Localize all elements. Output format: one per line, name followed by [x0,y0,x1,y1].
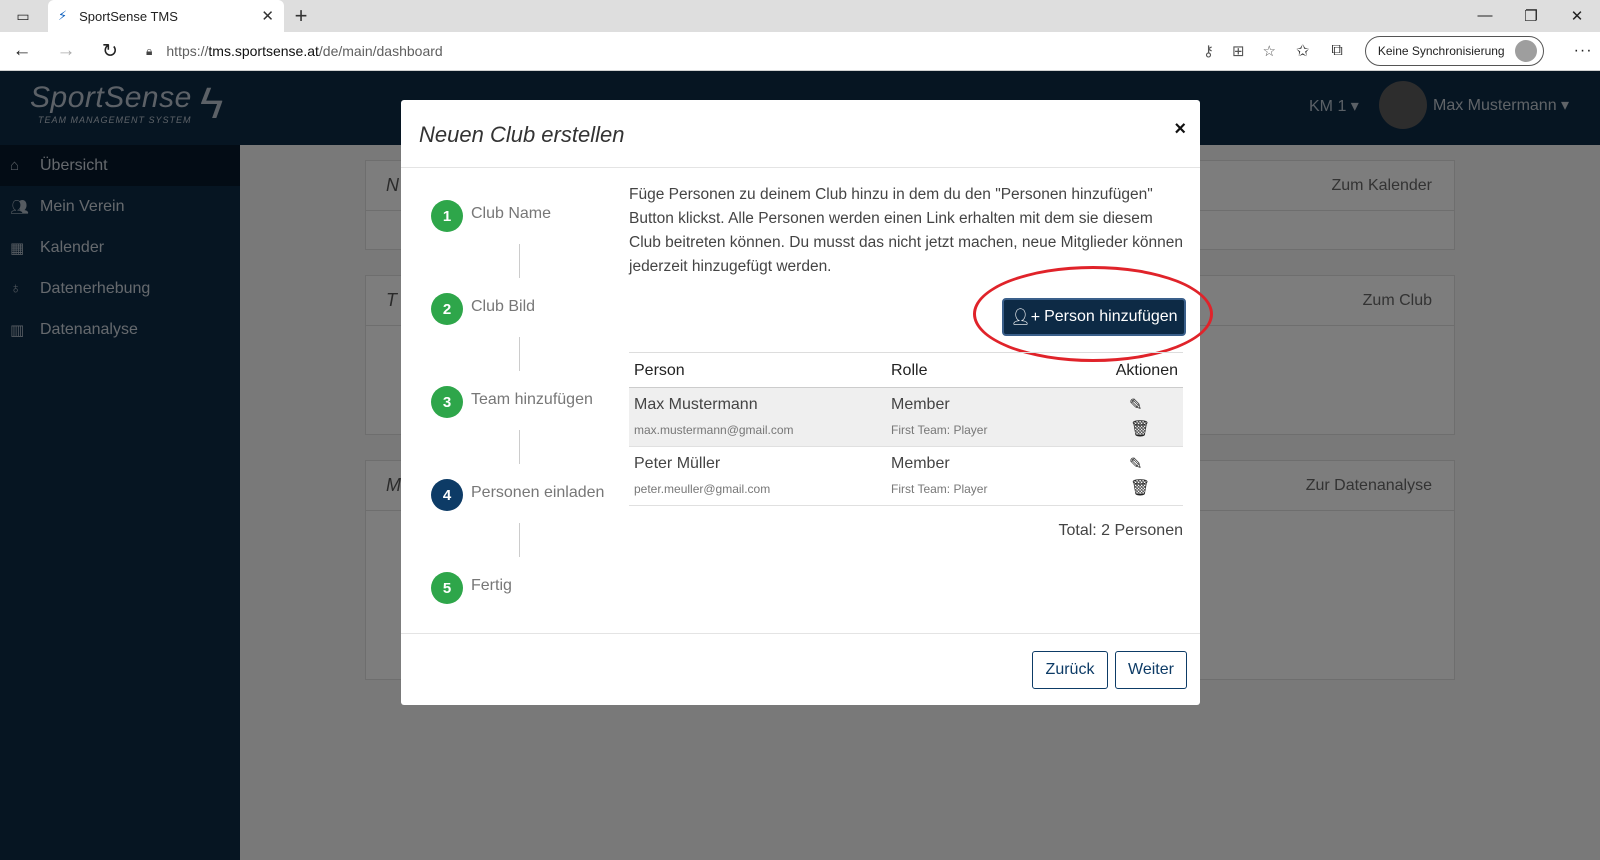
edit-icon[interactable]: ✎ [1129,395,1142,415]
add-person-label: Person hinzufügen [1044,308,1178,325]
add-person-button[interactable]: 👤︎+ Person hinzufügen [1002,298,1186,336]
step-label: Team hinzufügen [471,391,593,408]
edit-icon[interactable]: ✎ [1129,454,1142,474]
url-host: tms.sportsense.at [208,43,319,59]
total-count: Total: 2 Personen [1058,522,1183,539]
step-number: 2 [431,293,463,325]
person-role: Member [891,396,950,413]
person-email: peter.meuller@gmail.com [634,482,771,496]
profile-avatar [1514,40,1537,62]
more-menu-icon[interactable]: ··· [1574,42,1593,60]
step-number: 4 [431,479,463,511]
user-plus-icon: 👤︎+ [1010,309,1041,326]
tab-actions-icon[interactable]: ▭ [0,0,46,32]
close-icon[interactable]: × [1174,118,1186,141]
person-team: First Team: Player [891,482,988,496]
back-icon[interactable]: ← [0,40,44,62]
table-row: Max Mustermann max.mustermann@gmail.com … [629,388,1183,447]
persons-table: Person Rolle Aktionen Max Mustermann max… [629,352,1183,539]
column-header-person: Person [634,362,685,379]
create-club-modal: Neuen Club erstellen × 1 Club Name 2 Clu… [401,100,1213,705]
tab-close-icon[interactable]: ✕ [261,7,274,25]
sync-button[interactable]: Keine Synchronisierung [1364,36,1544,66]
apps-icon[interactable]: ⊞ [1232,42,1245,60]
minimize-icon[interactable]: — [1462,7,1508,25]
next-button[interactable]: Weiter [1115,651,1187,689]
window-close-icon[interactable]: ✕ [1554,7,1600,25]
browser-tabbar: ▭ ⚡ SportSense TMS ✕ + — ❐ ✕ [0,0,1600,32]
modal-title: Neuen Club erstellen [419,122,625,147]
step-label: Club Bild [471,298,536,315]
url-scheme: https:// [166,43,209,59]
tab-title: SportSense TMS [79,8,178,24]
delete-icon[interactable]: 🗑︎ [1130,419,1150,439]
step-description: Füge Personen zu deinem Club hinzu in de… [629,186,1184,275]
key-icon[interactable]: ⚷ [1203,42,1214,60]
address-bar[interactable]: 🔒︎ https://tms.sportsense.at/de/main/das… [146,36,1276,66]
column-header-aktionen: Aktionen [1115,362,1178,379]
browser-toolbar: ← → ↻ 🔒︎ https://tms.sportsense.at/de/ma… [0,32,1600,71]
new-tab-button[interactable]: + [284,3,318,29]
person-team: First Team: Player [891,423,988,437]
step-number: 3 [431,386,463,418]
table-header: Person Rolle Aktionen [629,352,1183,388]
person-name: Max Mustermann [634,396,758,413]
delete-icon[interactable]: 🗑︎ [1130,478,1150,498]
back-button[interactable]: Zurück [1032,651,1108,689]
sync-label: Keine Synchronisierung [1377,44,1505,58]
step-connector [519,523,520,557]
browser-tab[interactable]: ⚡ SportSense TMS ✕ [48,0,284,32]
table-row: Peter Müller peter.meuller@gmail.com Mem… [629,447,1183,506]
url-path: /de/main/dashboard [318,43,443,59]
forward-icon[interactable]: → [44,40,88,62]
person-email: max.mustermann@gmail.com [634,423,794,437]
step-label: Fertig [471,577,512,594]
favicon-bolt-icon: ⚡ [58,8,68,23]
restore-icon[interactable]: ❐ [1508,7,1554,25]
step-number: 1 [431,200,463,232]
person-name: Peter Müller [634,455,721,472]
step-connector [519,244,520,278]
column-header-rolle: Rolle [891,362,928,379]
window-controls: — ❐ ✕ [1462,7,1600,25]
step-connector [519,337,520,371]
add-favorite-icon[interactable]: ☆ [1263,42,1276,60]
modal-header: Neuen Club erstellen × [401,100,1200,168]
modal-footer: Zurück Weiter [401,633,1200,705]
favorites-icon[interactable]: ✩ [1296,41,1309,61]
lock-icon[interactable]: 🔒︎ [146,44,152,59]
refresh-icon[interactable]: ↻ [88,40,132,63]
collections-icon[interactable]: ⧉ [1331,42,1342,60]
step-connector [519,430,520,464]
person-role: Member [891,455,950,472]
step-label: Club Name [471,205,552,222]
step-number: 5 [431,572,463,604]
step-label: Personen einladen [471,484,605,501]
